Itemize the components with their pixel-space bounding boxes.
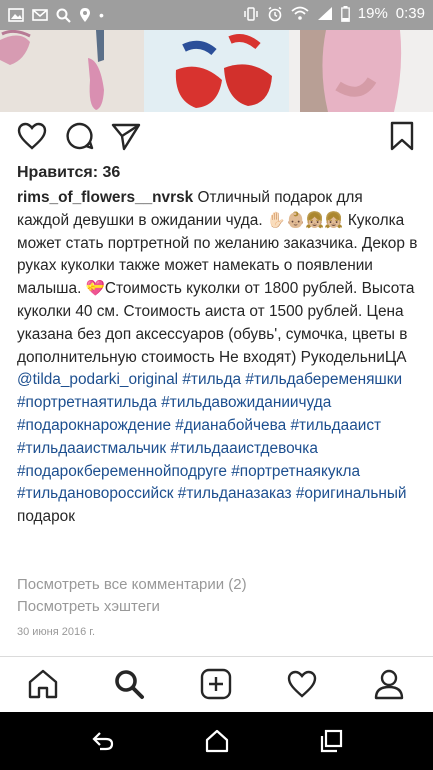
mention-link[interactable]: @tilda_podarki_original (17, 371, 178, 388)
vibrate-icon (244, 6, 258, 21)
hashtag-link[interactable]: #портретнаятильда (17, 394, 157, 411)
hashtag-link[interactable]: #подарокнарождение (17, 417, 171, 434)
search-icon (56, 8, 71, 23)
view-hashtags-link[interactable]: Посмотреть хэштеги (17, 596, 247, 618)
hashtag-link[interactable]: #тильда (182, 371, 241, 388)
bookmark-icon[interactable] (386, 120, 418, 152)
activity-icon[interactable] (285, 667, 319, 701)
hashtag-link[interactable]: #тильдановороссийск (17, 485, 174, 502)
caption-text: подарок (17, 508, 75, 526)
home-icon[interactable] (204, 728, 230, 754)
battery-percent: 19% (357, 5, 388, 22)
battery-icon (340, 5, 350, 22)
wifi-icon (291, 6, 309, 20)
status-bar: • 19% 0:39 (0, 0, 433, 30)
hashtag-link[interactable]: #подарокбеременнойподруге (17, 463, 227, 480)
home-icon[interactable] (26, 667, 60, 701)
comment-icon[interactable] (64, 120, 96, 152)
hashtag-link[interactable]: #тильдааистмальчик (17, 440, 166, 457)
hashtag-link[interactable]: #тильдааист (290, 417, 381, 434)
signal-icon (317, 7, 332, 20)
back-icon[interactable] (90, 728, 116, 754)
heart-icon[interactable] (16, 120, 48, 152)
recents-icon[interactable] (318, 728, 344, 754)
post-image[interactable] (0, 30, 433, 112)
hashtag-link[interactable]: #дианабойчева (175, 417, 286, 434)
post-date: 30 июня 2016 г. (17, 626, 96, 638)
bottom-tab-bar (0, 656, 433, 713)
post-actions (0, 112, 433, 162)
share-icon[interactable] (110, 120, 142, 152)
hashtag-link[interactable]: #тильданазаказ (178, 485, 292, 502)
alarm-icon (268, 6, 282, 21)
likes-count[interactable]: Нравится: 36 (17, 164, 120, 182)
add-icon[interactable] (199, 667, 233, 701)
mail-icon (32, 9, 48, 21)
emoji-heart-gift: 💝 (85, 280, 105, 298)
post-caption: rims_of_flowers__nvrsk Отличный подарок … (17, 187, 419, 529)
hashtag-link[interactable]: #тильдааистдевочка (170, 440, 318, 457)
system-nav-bar (0, 712, 433, 770)
comments-section: Посмотреть все комментарии (2) Посмотрет… (17, 574, 247, 618)
emoji-hands-kids: ✋🏻👶🏼👧🏼👧🏼 (266, 211, 344, 229)
image-icon (8, 8, 24, 22)
hashtag-link[interactable]: #оригинальный (296, 485, 407, 502)
view-all-comments-link[interactable]: Посмотреть все комментарии (2) (17, 574, 247, 596)
search-icon[interactable] (112, 667, 146, 701)
hashtag-link[interactable]: #портретнаякукла (231, 463, 360, 480)
hashtag-link[interactable]: #тильдавожиданиичуда (161, 394, 331, 411)
username-link[interactable]: rims_of_flowers__nvrsk (17, 189, 193, 206)
clock: 0:39 (395, 5, 425, 22)
more-icon: • (99, 7, 104, 23)
hashtag-link[interactable]: #тильдабеременяшки (245, 371, 402, 388)
profile-icon[interactable] (372, 667, 406, 701)
location-icon (80, 8, 90, 22)
